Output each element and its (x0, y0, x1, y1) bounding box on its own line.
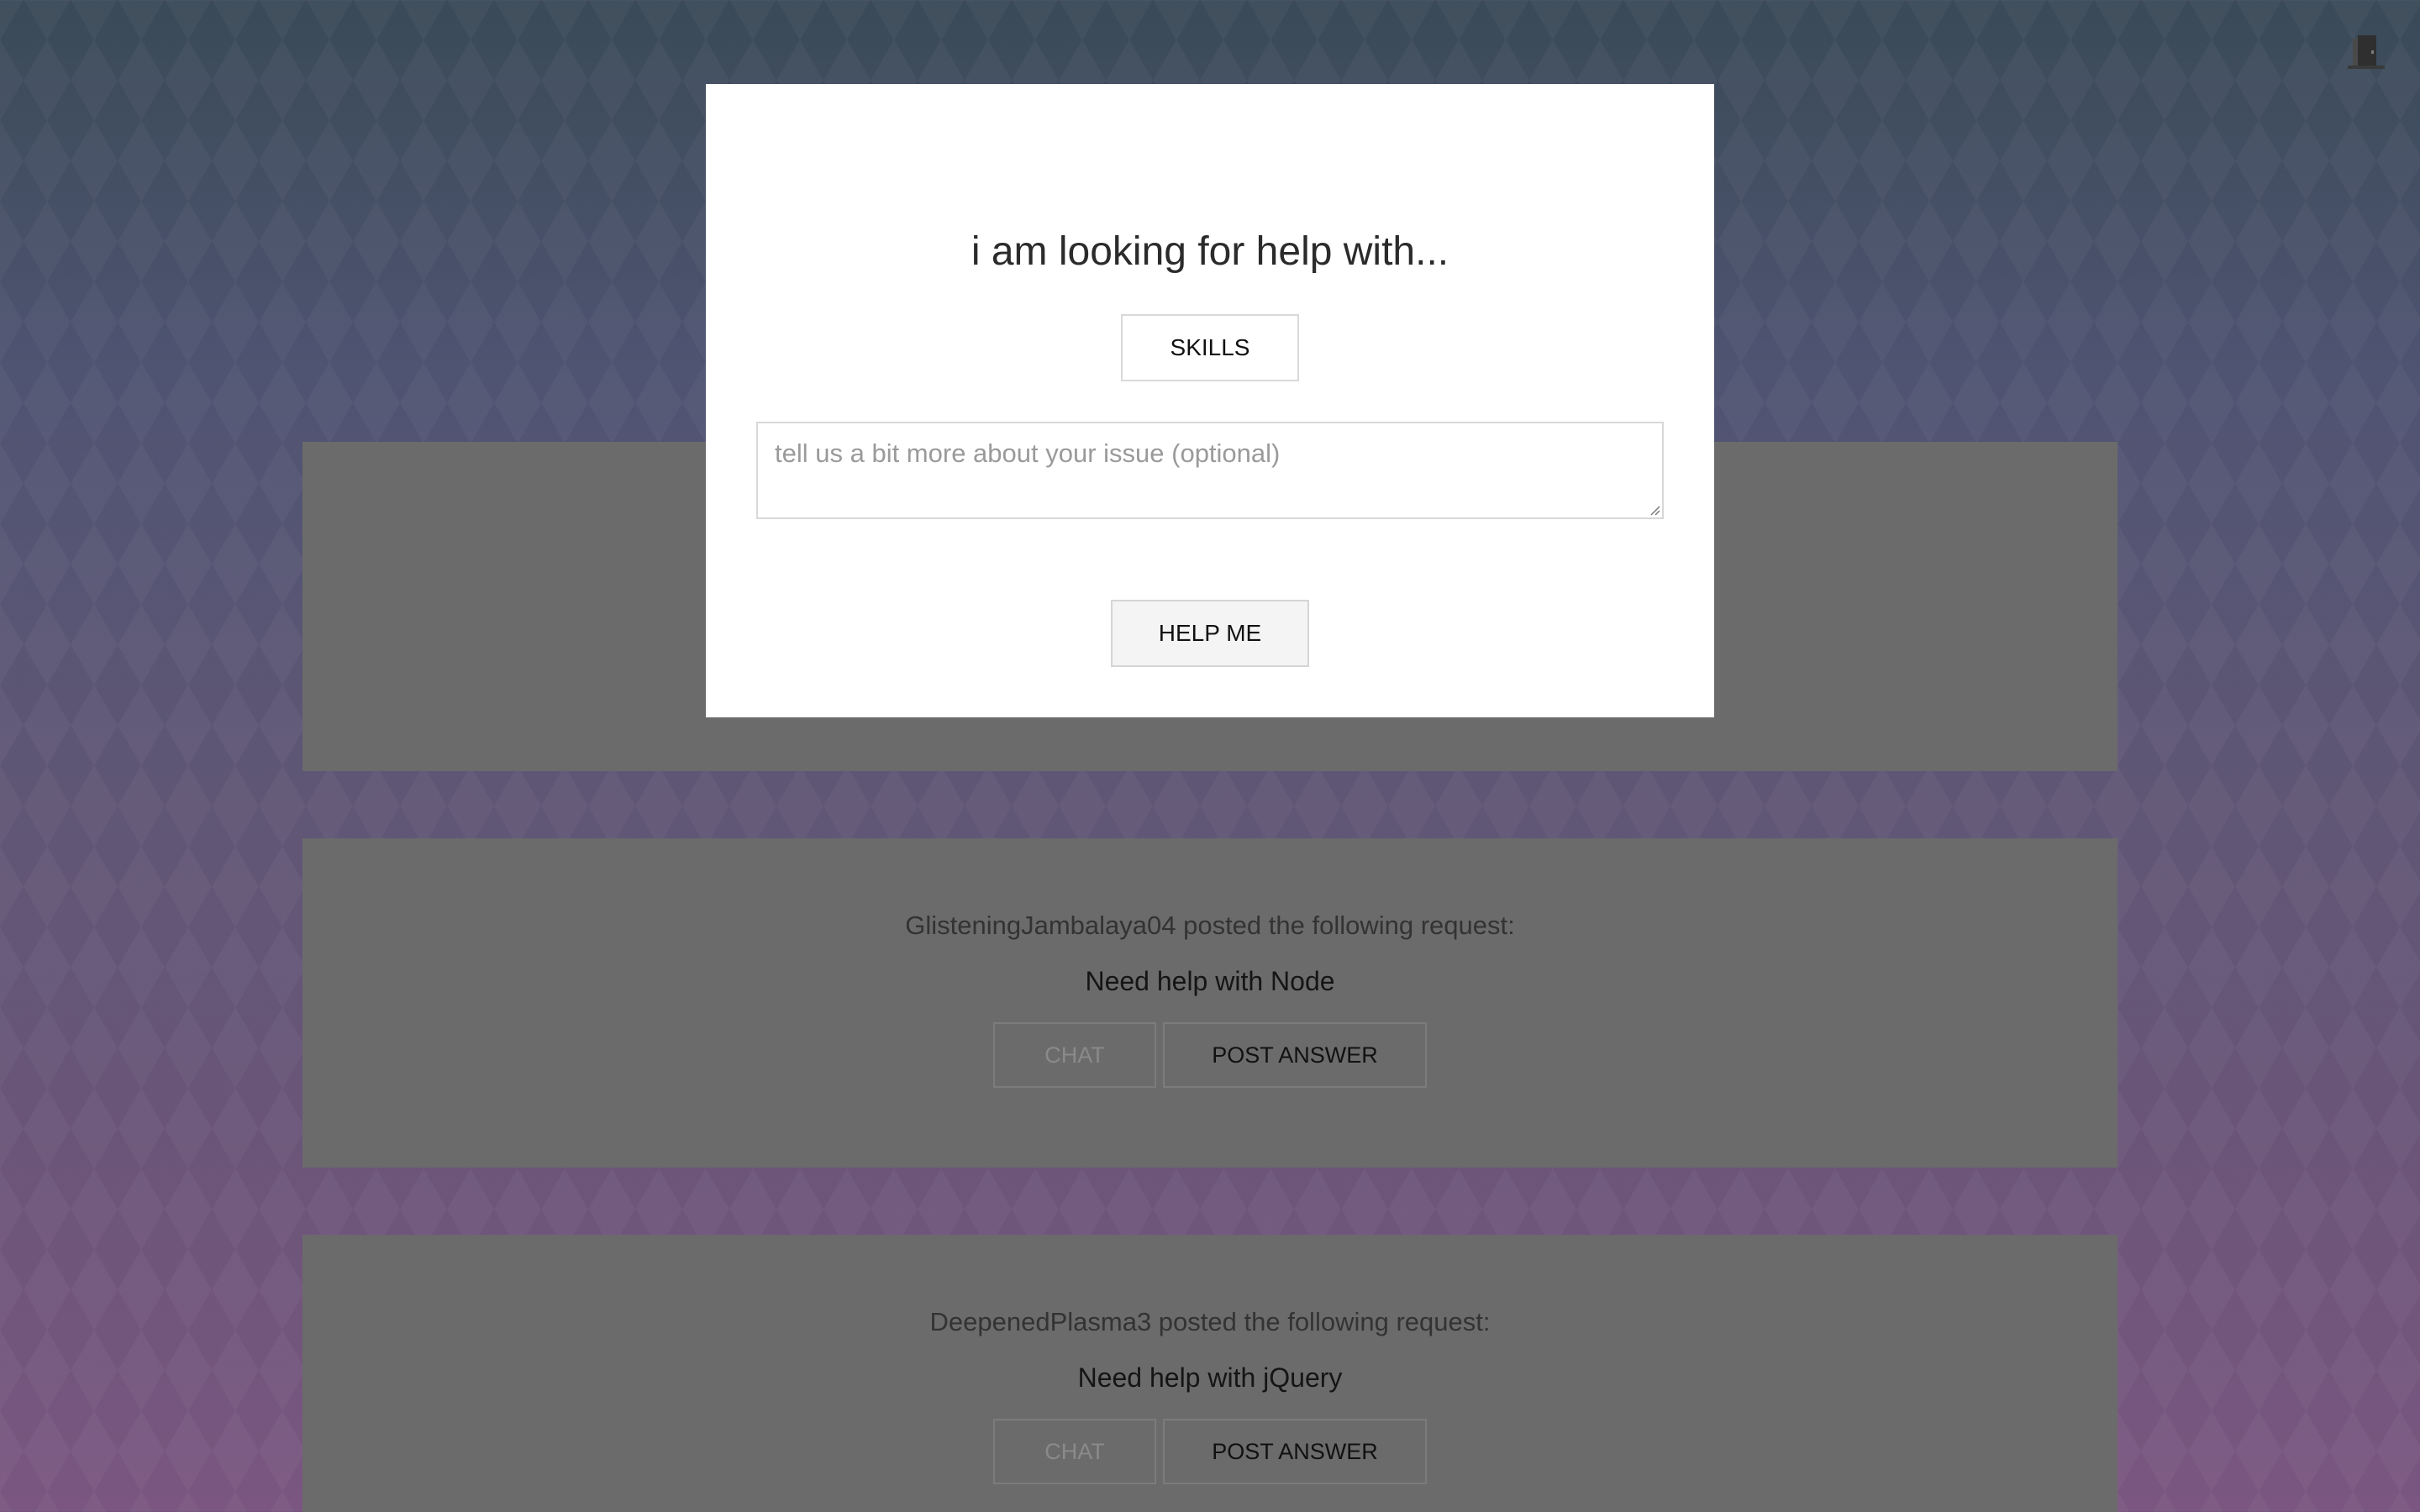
request-card: DeepenedPlasma3 posted the following req… (302, 1235, 2118, 1512)
chat-button[interactable]: CHAT (993, 1419, 1156, 1484)
logout-button[interactable] (2346, 34, 2386, 71)
post-answer-button[interactable]: POST ANSWER (1163, 1022, 1427, 1088)
issue-description-input[interactable] (756, 422, 1664, 519)
chat-button[interactable]: CHAT (993, 1022, 1156, 1088)
request-poster: GlisteningJambalaya04 posted the followi… (905, 911, 1515, 940)
request-actions: CHAT POST ANSWER (302, 1022, 2118, 1088)
resize-grip-icon[interactable] (1650, 506, 1660, 516)
request-poster: DeepenedPlasma3 posted the following req… (929, 1307, 1491, 1336)
skills-button[interactable]: SKILLS (1121, 314, 1299, 381)
help-request-modal: i am looking for help with... SKILLS HEL… (706, 84, 1714, 717)
request-actions: CHAT POST ANSWER (302, 1419, 2118, 1484)
request-card: GlisteningJambalaya04 posted the followi… (302, 838, 2118, 1168)
request-text: Need help with jQuery (1077, 1362, 1343, 1393)
request-text: Need help with Node (1085, 966, 1335, 996)
post-answer-button[interactable]: POST ANSWER (1163, 1419, 1427, 1484)
help-me-button[interactable]: HELP ME (1111, 600, 1309, 667)
door-exit-icon (2348, 35, 2385, 69)
modal-title: i am looking for help with... (971, 229, 1449, 274)
